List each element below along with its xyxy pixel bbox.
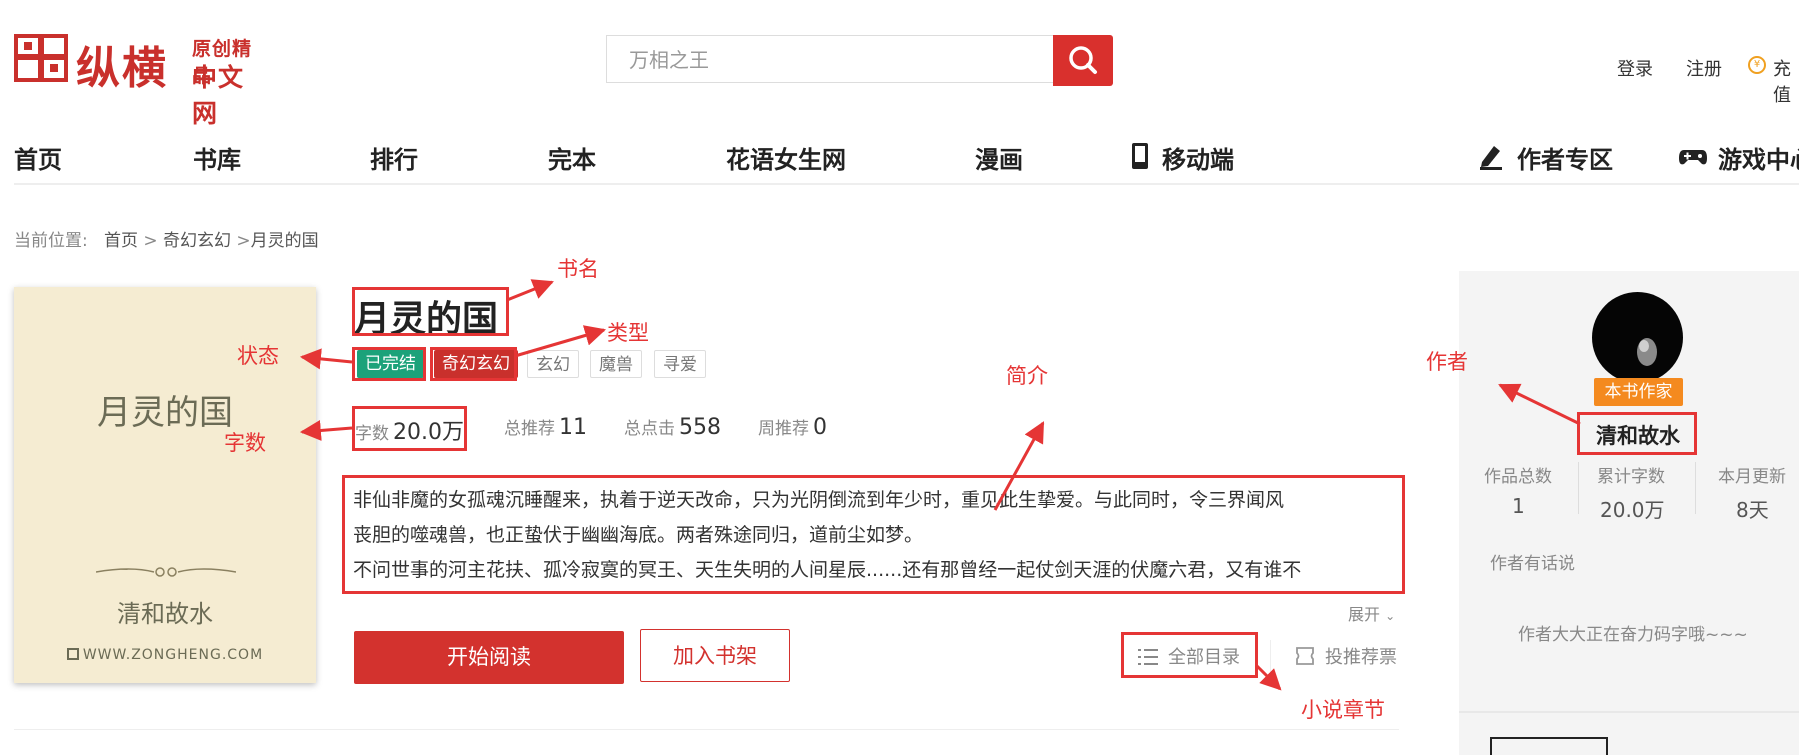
arrow-book-name xyxy=(506,279,554,302)
arrow-intro xyxy=(993,421,1045,511)
arrow-author xyxy=(1498,383,1581,426)
arrow-type xyxy=(514,325,607,358)
annotation-arrows xyxy=(299,279,1581,691)
arrow-status xyxy=(299,348,353,370)
arrow-words xyxy=(299,420,353,441)
arrow-chapters xyxy=(1254,663,1282,691)
